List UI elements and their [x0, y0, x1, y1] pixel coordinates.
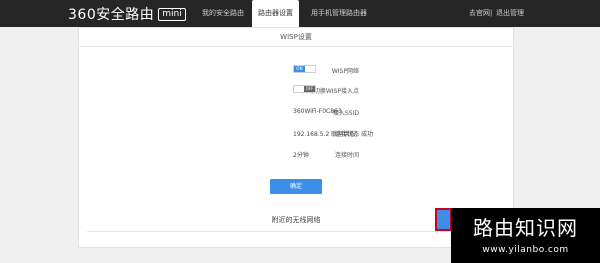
confirm-button[interactable]: 确定 — [270, 179, 322, 194]
brand-name: 360安全路由 — [68, 7, 155, 23]
highlighted-scan-button[interactable] — [435, 208, 452, 231]
official-site-link[interactable]: 去官网 — [469, 0, 490, 27]
tab-my-router[interactable]: 我的安全路由 — [202, 0, 244, 27]
auto-switch-toggle[interactable]: OFF — [293, 85, 316, 93]
wisp-network-toggle-text: ON — [294, 66, 305, 72]
watermark-url: www.yilanbo.com — [482, 245, 569, 255]
nav-separator: | — [490, 9, 493, 17]
auto-switch-toggle-text: OFF — [304, 86, 315, 92]
panel-title: WISP设置 — [280, 33, 312, 41]
brand-badge: mini — [158, 7, 186, 21]
watermark-title: 路由知识网 — [473, 216, 578, 240]
top-navigation-bar: 360安全路由 mini 我的安全路由 路由器设置 用手机管理路由器 去官网 |… — [0, 0, 600, 27]
connection-status-value: 192.168.5.2 联网状态：成功 — [293, 131, 374, 138]
nearby-divider — [87, 231, 507, 232]
ssid-value: 360WiFi-F0C863 — [293, 108, 342, 115]
tab-router-settings[interactable]: 路由器设置 — [252, 0, 299, 27]
connection-time-label: 连接时间 — [334, 152, 359, 159]
connection-time-value: 2分钟 — [293, 152, 309, 159]
wisp-network-toggle[interactable]: ON — [293, 65, 316, 73]
title-divider — [79, 46, 513, 47]
tab-mobile-manage[interactable]: 用手机管理路由器 — [311, 0, 367, 27]
site-watermark: 路由知识网 www.yilanbo.com — [451, 208, 600, 263]
brand-logo: 360安全路由 mini — [68, 5, 186, 23]
logout-link[interactable]: 退出管理 — [496, 0, 524, 27]
